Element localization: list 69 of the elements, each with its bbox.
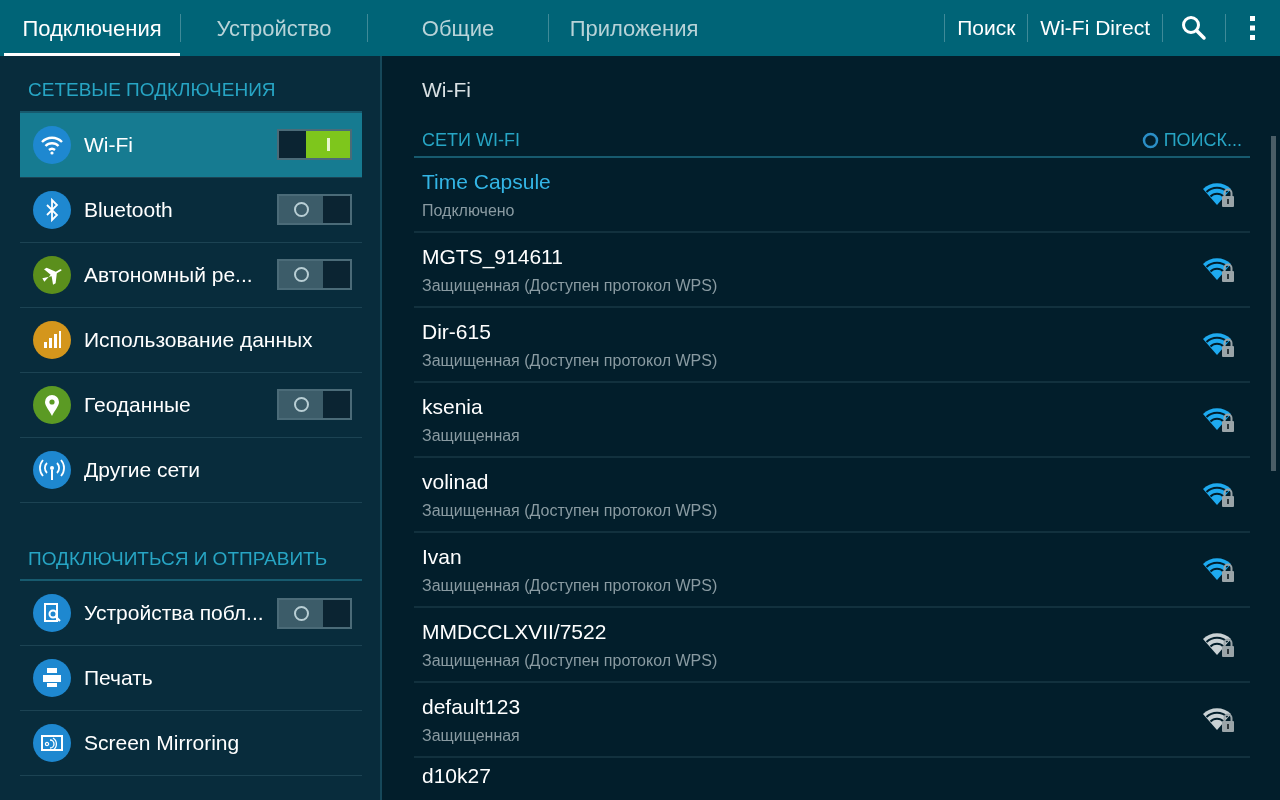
network-status: Защищенная (Доступен протокол WPS)	[422, 651, 719, 672]
wifi-lock-icon	[1202, 255, 1236, 284]
search-icon	[1181, 15, 1207, 41]
section-header: ПОДКЛЮЧИТЬСЯ И ОТПРАВИТЬ	[20, 544, 362, 581]
sidebar-item[interactable]: Wi-Fi	[20, 112, 362, 178]
toggle-switch[interactable]	[277, 129, 352, 160]
item-label: Другие сети	[84, 456, 201, 483]
wifi-lock-icon	[1202, 330, 1236, 359]
network-name: volinad	[422, 468, 490, 495]
item-label: Устройства побл...	[84, 600, 265, 627]
sidebar-item[interactable]: Screen Mirroring	[20, 711, 362, 776]
network-status: Защищенная (Доступен протокол WPS)	[422, 576, 719, 597]
wifi-lock-icon	[1202, 405, 1236, 434]
network-name: default123	[422, 693, 522, 720]
toggle-switch[interactable]	[277, 194, 352, 225]
network-name: MGTS_914611	[422, 243, 564, 271]
tab[interactable]: Приложения	[549, 0, 719, 56]
sidebar-item[interactable]: Использование данных	[20, 307, 362, 373]
network-name: Ivan	[422, 543, 463, 570]
list-header: СЕТИ WI-FI	[422, 128, 521, 152]
sidebar-item[interactable]: Автономный ре...	[20, 242, 362, 308]
sidebar-item[interactable]: Печать	[20, 646, 362, 711]
sidebar-item[interactable]: Bluetooth	[20, 177, 362, 243]
network-status: Защищенная	[422, 726, 521, 747]
item-label: Screen Mirroring	[84, 730, 241, 757]
network-item[interactable]: ksenia Защищенная	[414, 383, 1250, 458]
item-label: Wi-Fi	[84, 131, 134, 158]
network-name: MMDCCLXVII/7522	[422, 618, 608, 645]
network-name: Dir-615	[422, 318, 492, 345]
network-name: ksenia	[422, 393, 484, 420]
sidebar-item[interactable]: Геоданные	[20, 372, 362, 438]
overflow-menu-icon	[1250, 16, 1256, 40]
action-button[interactable]: Поиск	[945, 12, 1028, 44]
scan-status: ПОИСК...	[1163, 128, 1242, 152]
network-item[interactable]: Time Capsule Подключено	[414, 158, 1250, 233]
item-label: Автономный ре...	[84, 261, 254, 288]
toggle-switch[interactable]	[277, 597, 352, 629]
wifi-lock-icon	[1202, 705, 1236, 734]
network-status: Подключено	[422, 201, 516, 222]
tab[interactable]: Общие	[368, 0, 548, 56]
network-item[interactable]: volinad Защищенная (Доступен протокол WPS)	[414, 458, 1250, 533]
sidebar-item[interactable]: Устройства побл...	[20, 581, 362, 646]
network-status: Защищенная (Доступен протокол WPS)	[422, 276, 719, 297]
progress-spinner	[1141, 131, 1159, 149]
network-name: Time Capsule	[422, 168, 552, 195]
network-item[interactable]: Ivan Защищенная (Доступен протокол WPS)	[414, 533, 1250, 608]
wifi-lock-icon	[1202, 630, 1236, 659]
tab[interactable]: Устройство	[181, 0, 367, 56]
item-label: Bluetooth	[84, 196, 174, 223]
item-label: Геоданные	[84, 391, 192, 418]
network-item[interactable]: MMDCCLXVII/7522 Защищенная (Доступен протокол WPS)	[414, 608, 1250, 683]
network-item[interactable]: MGTS_914611 Защищенная (Доступен протокол WPS)	[414, 233, 1250, 308]
network-status: Защищенная (Доступен протокол WPS)	[422, 501, 719, 522]
toggle-switch[interactable]	[277, 389, 352, 420]
wifi-lock-icon	[1202, 555, 1236, 584]
network-status: Защищенная (Доступен протокол WPS)	[422, 351, 719, 372]
item-label: Использование данных	[84, 326, 314, 353]
item-label: Печать	[84, 665, 154, 692]
wifi-lock-icon	[1202, 480, 1236, 509]
network-item[interactable]: default123 Защищенная	[414, 683, 1250, 758]
network-item[interactable]: Dir-615 Защищенная (Доступен протокол WPS)	[414, 308, 1250, 383]
action-button[interactable]: Wi-Fi Direct	[1028, 12, 1162, 44]
toggle-switch[interactable]	[277, 259, 352, 290]
network-item[interactable]: d10k27	[414, 758, 1250, 788]
network-name: d10k27	[422, 763, 492, 789]
network-status: Защищенная	[422, 426, 521, 447]
wifi-lock-icon	[1202, 180, 1236, 209]
sidebar-item[interactable]: Другие сети	[20, 437, 362, 503]
page-title: Wi-Fi	[421, 77, 472, 104]
